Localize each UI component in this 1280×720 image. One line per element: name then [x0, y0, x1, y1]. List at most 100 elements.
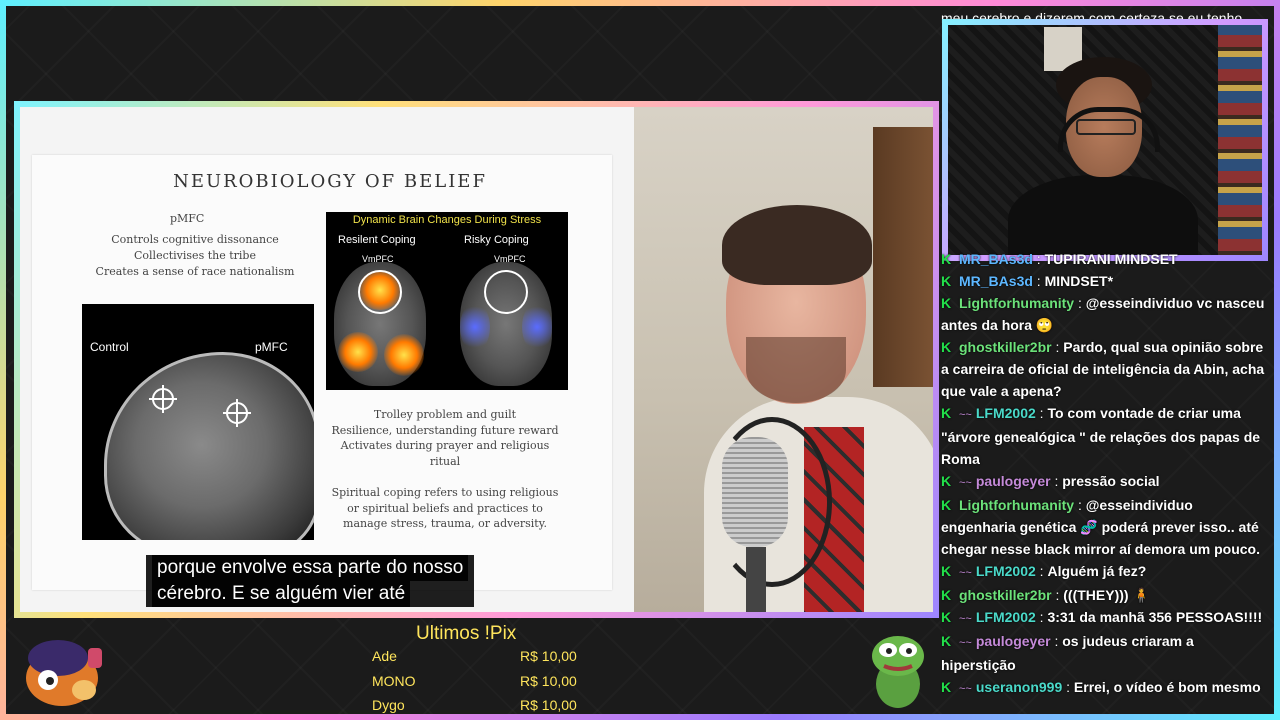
streamer-body	[1008, 175, 1198, 255]
chat-panel: K MR_BAs3d : TUPIRANI MINDSET K MR_BAs3d : …	[941, 248, 1273, 714]
chat-separator: :	[1062, 679, 1074, 695]
grandfather-clock	[873, 127, 933, 387]
chat-username[interactable]: MR_BAs3d	[959, 273, 1033, 289]
vmpfc-ring	[358, 270, 402, 314]
mascot-character-icon	[26, 640, 102, 706]
chat-username[interactable]: Lightforhumanity	[959, 295, 1074, 311]
spiritual-coping-text: Spiritual coping refers to using religio…	[320, 485, 570, 532]
brain-scan-figure: Dynamic Brain Changes During Stress Resi…	[326, 212, 568, 390]
spiritual-line: Spiritual coping refers to using religio…	[331, 486, 559, 499]
pmfc-heading: pMFC	[170, 212, 205, 225]
scan-brain-resilient	[334, 262, 426, 386]
streamer-webcam	[948, 25, 1262, 255]
pix-name: Ade	[372, 648, 397, 664]
chat-message: Kghostkiller2br : Pardo, qual sua opiniã…	[941, 336, 1273, 402]
kick-badge-icon: K	[941, 679, 952, 695]
pix-amount: R$ 10,00	[520, 697, 577, 713]
chat-separator: :	[1035, 609, 1048, 625]
deactivation-spot	[522, 302, 552, 352]
kick-badge-icon: K	[941, 295, 952, 311]
chat-text: 3:31 da manhã 356 PESSOAS!!!!	[1047, 609, 1263, 625]
kick-badge-icon: K	[941, 563, 952, 579]
sub-badge-icon: ~~	[959, 409, 972, 421]
chat-username[interactable]: LFM2002	[976, 609, 1036, 625]
chat-text: (((THEY))) 🧍	[1063, 587, 1150, 603]
chat-message: K Lightforhumanity : @esseindividuo engen…	[941, 494, 1273, 560]
chat-separator: :	[1050, 473, 1063, 489]
microphone-icon	[722, 437, 788, 547]
chat-username[interactable]: ghostkiller2br	[959, 339, 1052, 355]
chat-text: TUPIRANI MINDSET	[1044, 251, 1178, 267]
sub-badge-icon: ~~	[959, 477, 972, 489]
chat-message: K MR_BAs3d : MINDSET*	[941, 270, 1273, 292]
pix-row: MONO R$ 10,00	[372, 669, 592, 694]
pix-row: Dygo R$ 10,00	[372, 693, 592, 718]
caption-line-1: porque envolve essa parte do nosso	[152, 555, 469, 581]
pmfc-line: Creates a sense of race nationalism	[95, 265, 295, 278]
chat-separator: :	[1074, 295, 1086, 311]
vmpfc-line: Trolley problem and guilt	[373, 408, 517, 421]
vmpfc-line: Resilience, understanding future reward	[331, 423, 559, 437]
chat-separator: :	[1074, 497, 1086, 513]
kick-badge-icon: K	[941, 609, 952, 625]
scan-label-resilient: Resilent Coping	[338, 234, 416, 246]
kick-badge-icon: K	[941, 405, 952, 421]
pix-amount: R$ 10,00	[520, 672, 577, 689]
chat-username[interactable]: paulogeyer	[976, 473, 1051, 489]
scan-label-risky: Risky Coping	[464, 234, 529, 246]
chat-message: K Lightforhumanity : @esseindividuo vc na…	[941, 292, 1273, 336]
sub-badge-icon: ~~	[959, 613, 972, 625]
kick-badge-icon: K	[941, 339, 952, 355]
spiritual-line: manage stress, trauma, or adversity.	[343, 517, 547, 530]
scan-heading: Dynamic Brain Changes During Stress	[352, 214, 542, 226]
chat-separator: :	[1032, 251, 1045, 267]
chat-message: K ~~ paulogeyer : pressão social	[941, 470, 1273, 494]
brain-sagittal	[104, 352, 314, 540]
spiritual-line: or spiritual beliefs and practices to	[347, 501, 543, 515]
pix-name: Dygo	[372, 697, 405, 713]
chat-message: K ~~ LFM2002 : 3:31 da manhã 356 PESSOAS!!…	[941, 606, 1273, 630]
chat-username[interactable]: paulogeyer	[976, 633, 1051, 649]
kick-badge-icon: K	[941, 251, 952, 267]
kick-badge-icon: K	[941, 633, 952, 649]
chat-username[interactable]: Lightforhumanity	[959, 497, 1074, 513]
subtitle-caption: porque envolve essa parte do nosso céreb…	[146, 555, 475, 607]
chat-text: Alguém já fez?	[1047, 563, 1147, 579]
chat-message: K ~~ LFM2002 : Alguém já fez?	[941, 560, 1273, 584]
chat-message: K ~~ useranon999 : Errei, o vídeo é bom me…	[941, 676, 1273, 700]
pix-amount: R$ 10,00	[520, 648, 577, 664]
mri-label-pmfc: pMFC	[255, 340, 288, 354]
kick-badge-icon: K	[941, 473, 952, 489]
chat-message: K ~~ LFM2002 : To com vontade de criar uma…	[941, 402, 1273, 470]
chat-text: MINDSET*	[1044, 273, 1114, 289]
chat-separator: :	[1032, 273, 1045, 289]
caption-line-2: cérebro. E se alguém vier até	[152, 581, 411, 607]
vmpfc-ring	[484, 270, 528, 314]
activation-hotspot	[338, 332, 378, 372]
chat-username[interactable]: LFM2002	[976, 405, 1036, 421]
chat-separator: :	[1051, 587, 1064, 603]
chat-username[interactable]: ghostkiller2br	[959, 587, 1052, 603]
pix-list: Ade R$ 10,00 MONO R$ 10,00 Dygo R$ 10,00	[372, 644, 592, 718]
pmfc-description: Controls cognitive dissonance Collectivi…	[80, 232, 310, 280]
bookshelf	[1218, 25, 1262, 255]
pepe-frog-icon	[872, 636, 924, 708]
sub-badge-icon: ~~	[959, 567, 972, 579]
chat-separator: :	[1051, 339, 1064, 355]
mri-sagittal-image: Control pMFC	[82, 304, 314, 540]
sub-badge-icon: ~~	[959, 637, 972, 649]
guest-beard	[746, 337, 846, 403]
slide-title: NEUROBIOLOGY OF BELIEF	[173, 171, 487, 192]
pmfc-line: Collectivises the tribe	[134, 249, 256, 262]
chat-username[interactable]: LFM2002	[976, 563, 1036, 579]
vmpfc-description: Trolley problem and guilt Resilience, un…	[320, 407, 570, 469]
streamer-webcam-frame	[942, 19, 1268, 261]
chat-username[interactable]: MR_BAs3d	[959, 251, 1033, 267]
mic-stand	[746, 547, 766, 612]
vmpfc-line: ritual	[429, 454, 461, 468]
main-video[interactable]: NEUROBIOLOGY OF BELIEF pMFC Controls cog…	[20, 107, 933, 612]
chat-username[interactable]: useranon999	[976, 679, 1062, 695]
chat-text: pressão social	[1062, 473, 1160, 489]
chat-separator: :	[1035, 405, 1048, 421]
pmfc-line: Controls cognitive dissonance	[111, 233, 279, 246]
